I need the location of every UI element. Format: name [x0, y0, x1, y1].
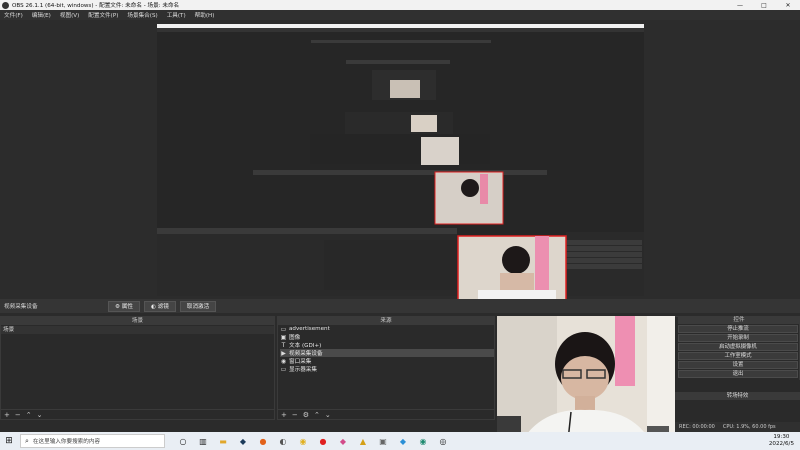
selected-source-name: 视频采集设备 — [4, 304, 38, 310]
move-up-icon[interactable]: ⌃ — [314, 411, 320, 419]
window-controls: — □ ✕ — [728, 2, 800, 9]
source-label: advertisement — [289, 326, 330, 332]
display-icon: ▭ — [280, 325, 287, 333]
monitor-icon: ▭ — [280, 365, 287, 373]
window-title: OBS 26.1.1 (64-bit, windows) - 配置文件: 未命名… — [12, 3, 180, 9]
move-up-icon[interactable]: ⌃ — [26, 411, 32, 419]
app-gray-icon[interactable]: ▣ — [373, 434, 393, 448]
gear-icon[interactable]: ⚙ — [303, 411, 309, 419]
taskbar-multitask-icon[interactable]: ▥ — [193, 434, 213, 448]
obs-taskbar-icon[interactable]: ◎ — [433, 434, 453, 448]
cpu-fps: CPU: 1.9%, 60.00 fps — [722, 424, 776, 430]
source-item-image[interactable]: ▣ 图像 — [280, 333, 494, 342]
search-placeholder: 在这里输入你要搜索的内容 — [32, 439, 101, 445]
properties-button[interactable]: ⚙ 属性 — [108, 300, 140, 312]
menu-view[interactable]: 视图(V) — [60, 11, 79, 19]
windows-taskbar: ⊞ ⌕ 在这里输入你要搜索的内容 ○ ▥ ▬ ◆ ● ◐ ◉ ● ◆ ▲ ▣ ◆… — [0, 432, 800, 450]
source-label: 显示器采集 — [289, 367, 317, 373]
app-blue-icon[interactable]: ◆ — [393, 434, 413, 448]
menu-profile[interactable]: 配置文件(P) — [88, 11, 118, 19]
app-yellow-icon[interactable]: ▲ — [353, 434, 373, 448]
task-view-icon[interactable]: ○ — [173, 434, 193, 448]
clock-date: 2022/6/5 — [768, 441, 794, 447]
add-scene-icon[interactable]: + — [4, 411, 10, 419]
windows-start-icon[interactable]: ⊞ — [0, 436, 18, 446]
source-item-advertisement[interactable]: ▭ advertisement — [280, 325, 494, 333]
maximize-button[interactable]: □ — [752, 2, 776, 9]
menu-file[interactable]: 文件(F) — [4, 11, 23, 19]
preview-canvas[interactable] — [0, 20, 800, 299]
clock-time: 19:30 — [773, 434, 790, 440]
source-item-display-capture[interactable]: ▭ 显示器采集 — [280, 365, 494, 374]
move-down-icon[interactable]: ⌄ — [325, 411, 331, 419]
window-titlebar: OBS 26.1.1 (64-bit, windows) - 配置文件: 未命名… — [0, 0, 800, 10]
move-down-icon[interactable]: ⌄ — [37, 411, 43, 419]
text-icon: T — [281, 341, 286, 349]
obs-logo-icon — [2, 1, 9, 9]
source-toolbar: 视频采集设备 ⚙ 属性 ◐ 滤镜 取消激活 — [0, 299, 800, 313]
sources-dock: 来源 ▭ advertisement ▣ 图像 T 文本 (GDI+) ▶ 视频… — [277, 316, 495, 420]
scenes-footer: + − ⌃ ⌄ — [1, 409, 274, 419]
menu-help[interactable]: 帮助(H) — [195, 11, 215, 19]
stop-streaming-button[interactable]: 停止推流 — [678, 325, 798, 333]
transitions-panel: 转场特效 — [675, 380, 800, 422]
rec-time: REC: 00:00:00 — [679, 424, 715, 430]
camera-icon: ▶ — [281, 349, 286, 357]
sources-footer: + − ⚙ ⌃ ⌄ — [278, 409, 494, 419]
source-label: 视频采集设备 — [289, 351, 323, 357]
scenes-header: 场景 — [1, 317, 274, 325]
transitions-title: 转场特效 — [675, 392, 800, 400]
add-source-icon[interactable]: + — [281, 411, 287, 419]
search-icon: ⌕ — [25, 436, 29, 445]
scene-item[interactable]: 场景 — [1, 326, 274, 334]
source-label: 文本 (GDI+) — [289, 343, 322, 349]
image-icon: ▣ — [280, 333, 287, 341]
controls-header: 控件 — [678, 316, 800, 324]
settings-button[interactable]: 设置 — [678, 361, 798, 369]
source-item-video-capture[interactable]: ▶ 视频采集设备 — [280, 349, 494, 357]
scenes-dock: 场景 场景 + − ⌃ ⌄ — [0, 316, 275, 420]
menu-scene-collection[interactable]: 场景集合(S) — [127, 11, 157, 19]
steam-icon[interactable]: ◆ — [233, 434, 253, 448]
taskbar-search-box[interactable]: ⌕ 在这里输入你要搜索的内容 — [20, 434, 165, 448]
edge-icon[interactable]: ◉ — [413, 434, 433, 448]
exit-button[interactable]: 退出 — [678, 370, 798, 378]
remove-scene-icon[interactable]: − — [15, 411, 21, 419]
chrome-icon[interactable]: ◉ — [293, 434, 313, 448]
file-explorer-icon[interactable]: ▬ — [213, 434, 233, 448]
webcam-overlay — [497, 316, 675, 450]
remove-source-icon[interactable]: − — [292, 411, 298, 419]
start-virtual-camera-button[interactable]: 启动虚拟摄像机 — [678, 343, 798, 351]
close-button[interactable]: ✕ — [776, 2, 800, 9]
menu-edit[interactable]: 编辑(E) — [32, 11, 51, 19]
taskbar-apps: ○ ▥ ▬ ◆ ● ◐ ◉ ● ◆ ▲ ▣ ◆ ◉ ◎ — [173, 434, 453, 448]
sources-header: 来源 — [278, 317, 494, 325]
status-bar: REC: 00:00:00 CPU: 1.9%, 60.00 fps — [675, 422, 800, 432]
source-item-window-capture[interactable]: ◉ 窗口采集 — [280, 357, 494, 366]
minimize-button[interactable]: — — [728, 2, 752, 9]
start-recording-button[interactable]: 开始录制 — [678, 334, 798, 342]
app-colorful-icon[interactable]: ◆ — [333, 434, 353, 448]
sound-app-icon[interactable]: ◐ — [273, 434, 293, 448]
source-item-text[interactable]: T 文本 (GDI+) — [280, 341, 494, 350]
recursive-preview-graphic — [157, 24, 644, 299]
source-label: 图像 — [289, 335, 301, 341]
eye-icon: ◉ — [280, 357, 287, 365]
taskbar-clock[interactable]: 19:30 2022/6/5 — [769, 434, 794, 448]
webcam-image — [497, 316, 675, 450]
source-label: 窗口采集 — [289, 359, 312, 365]
menu-tools[interactable]: 工具(T) — [167, 11, 186, 19]
netease-music-icon[interactable]: ● — [313, 434, 333, 448]
studio-mode-button[interactable]: 工作室模式 — [678, 352, 798, 360]
deactivate-button[interactable]: 取消激活 — [179, 300, 217, 312]
app-g-icon[interactable]: ● — [253, 434, 273, 448]
menu-bar: 文件(F) 编辑(E) 视图(V) 配置文件(P) 场景集合(S) 工具(T) … — [0, 10, 800, 20]
filters-button[interactable]: ◐ 滤镜 — [143, 300, 176, 312]
